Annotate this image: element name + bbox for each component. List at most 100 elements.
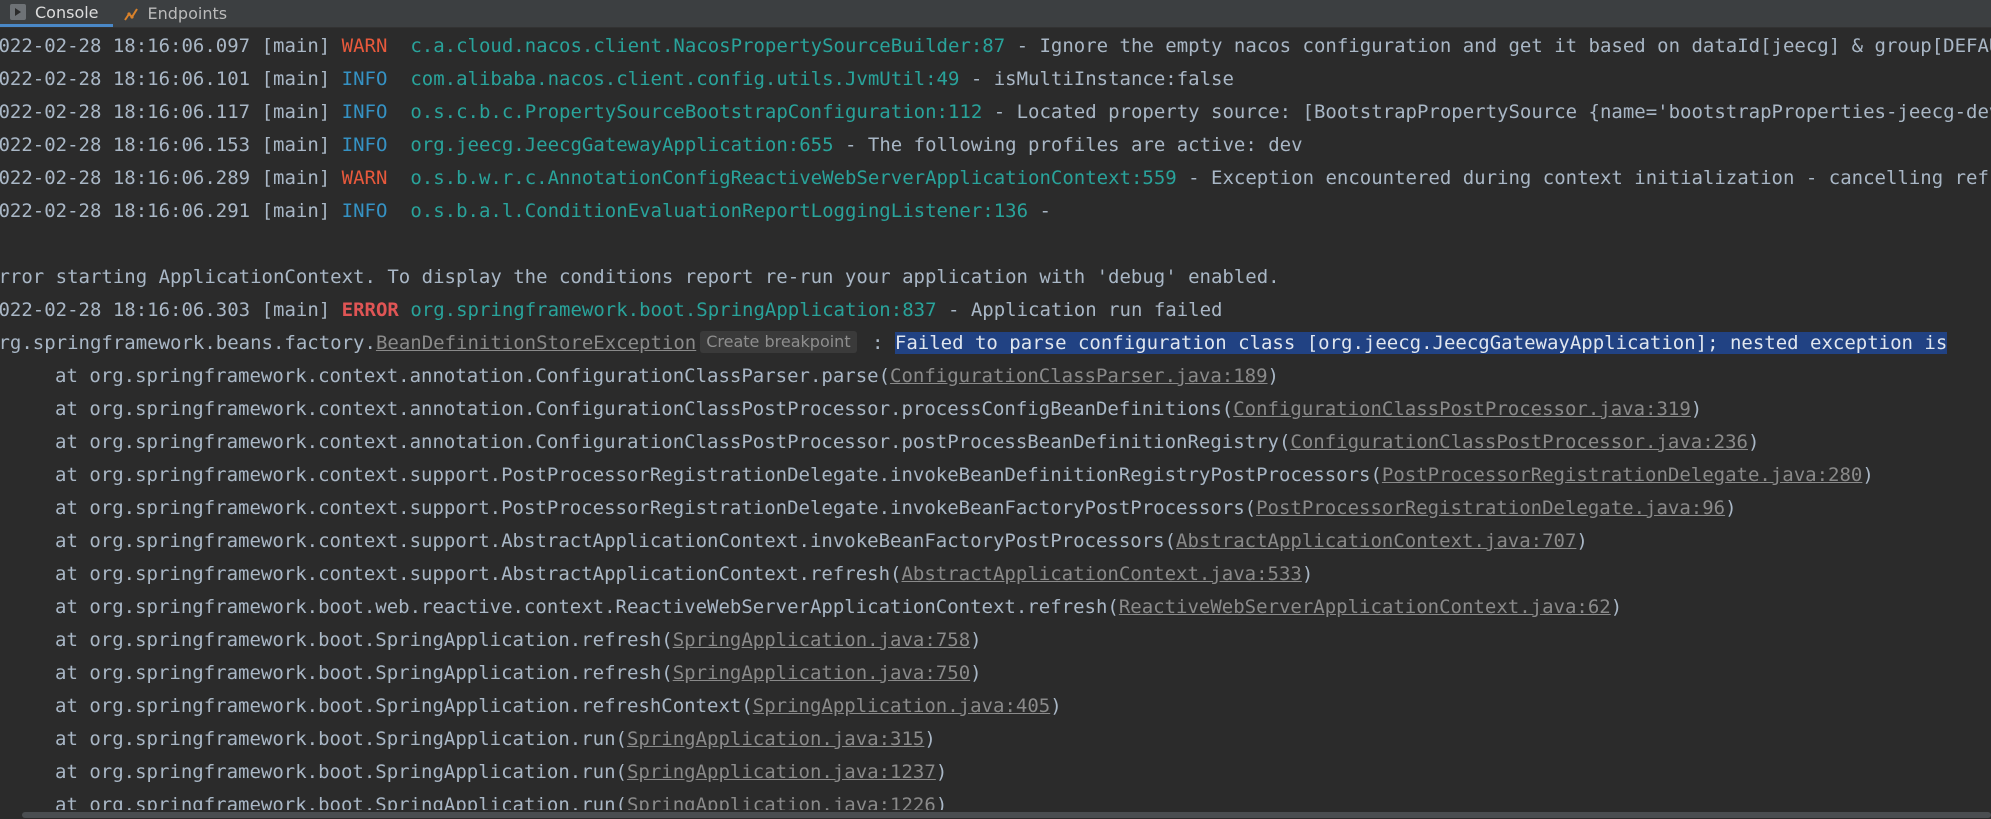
stack-paren: )	[970, 629, 982, 651]
log-logger: c.a.cloud.nacos.client.NacosPropertySour…	[410, 35, 1006, 57]
log-timestamp: 2022-02-28 18:16:06.303	[0, 299, 251, 321]
stack-paren: )	[1301, 563, 1314, 585]
stack-method: at org.springframework.boot.SpringApplic…	[55, 695, 753, 717]
stack-frame: at org.springframework.boot.SpringApplic…	[55, 723, 936, 756]
log-timestamp: 2022-02-28 18:16:06.097	[0, 35, 251, 57]
console-icon	[10, 4, 26, 20]
stack-source-link[interactable]: ReactiveWebServerApplicationContext.java…	[1119, 596, 1611, 618]
stack-source-link[interactable]: SpringApplication.java:1237	[627, 761, 936, 783]
log-timestamp: 2022-02-28 18:16:06.101	[0, 68, 251, 90]
stack-source-link[interactable]: SpringApplication.java:750	[673, 662, 970, 684]
log-logger: o.s.c.b.c.PropertySourceBootstrapConfigu…	[410, 101, 983, 123]
tab-endpoints[interactable]: Endpoints	[113, 0, 242, 27]
log-logger: o.s.b.a.l.ConditionEvaluationReportLoggi…	[410, 200, 1029, 222]
log-thread: [main]	[261, 299, 331, 321]
stack-source-link[interactable]: SpringApplication.java:405	[753, 695, 1050, 717]
scrollbar-thumb[interactable]	[22, 812, 1991, 818]
stack-frame: at org.springframework.context.annotatio…	[55, 360, 1279, 393]
log-line: 2022-02-28 18:16:06.097 [main] WARN c.a.…	[0, 30, 1991, 63]
stack-method: at org.springframework.boot.SpringApplic…	[55, 629, 673, 651]
stack-frame: at org.springframework.boot.SpringApplic…	[55, 756, 947, 789]
log-logger: org.jeecg.JeecgGatewayApplication:655	[410, 134, 834, 156]
stack-frame: at org.springframework.boot.SpringApplic…	[55, 789, 947, 810]
stack-frame: at org.springframework.boot.SpringApplic…	[55, 690, 1062, 723]
tab-console-label: Console	[35, 2, 99, 22]
log-timestamp: 2022-02-28 18:16:06.153	[0, 134, 251, 156]
exception-separator: :	[860, 332, 895, 354]
stack-frame: at org.springframework.context.support.A…	[55, 558, 1313, 591]
log-level: ERROR	[341, 299, 399, 321]
stack-source-link[interactable]: PostProcessorRegistrationDelegate.java:9…	[1256, 497, 1725, 519]
stack-source-link[interactable]: ConfigurationClassPostProcessor.java:319	[1233, 398, 1691, 420]
log-level: WARN	[341, 35, 399, 57]
log-thread: [main]	[261, 200, 331, 222]
console-output[interactable]: 2022-02-28 18:16:06.097 [main] WARN c.a.…	[0, 28, 1991, 810]
stack-paren: )	[935, 761, 948, 783]
stack-method: at org.springframework.context.annotatio…	[55, 365, 891, 387]
horizontal-scrollbar[interactable]	[0, 810, 1991, 819]
stack-paren: )	[924, 728, 936, 750]
log-timestamp: 2022-02-28 18:16:06.289	[0, 167, 251, 189]
log-line: 2022-02-28 18:16:06.289 [main] WARN o.s.…	[0, 162, 1991, 195]
create-breakpoint-hint[interactable]: Create breakpoint	[700, 330, 857, 353]
exception-class-link[interactable]: BeanDefinitionStoreException	[376, 332, 696, 354]
log-message: - Located property source: [BootstrapPro…	[993, 101, 1991, 123]
stack-source-link[interactable]: SpringApplication.java:1226	[627, 794, 936, 810]
stack-method: at org.springframework.boot.SpringApplic…	[55, 761, 627, 783]
stack-paren: )	[1862, 464, 1874, 486]
log-message: - Exception encountered during context i…	[1188, 167, 1991, 189]
stack-method: at org.springframework.context.support.P…	[55, 464, 1382, 486]
log-line-error: 2022-02-28 18:16:06.303 [main] ERROR org…	[0, 294, 1223, 327]
stack-source-link[interactable]: SpringApplication.java:758	[673, 629, 970, 651]
stack-paren: )	[1610, 596, 1623, 618]
log-level: INFO	[341, 134, 399, 156]
stack-paren: )	[1576, 530, 1588, 552]
tool-window-tabbar: Console Endpoints	[0, 0, 1991, 28]
selected-exception-message[interactable]: Failed to parse configuration class [org…	[894, 332, 1948, 354]
conditions-report-message: Error starting ApplicationContext. To di…	[0, 266, 1280, 288]
stack-frame: at org.springframework.context.support.P…	[55, 492, 1737, 525]
log-line: 2022-02-28 18:16:06.291 [main] INFO o.s.…	[0, 195, 1062, 228]
stack-paren: )	[970, 662, 982, 684]
stack-frame: at org.springframework.context.support.A…	[55, 525, 1588, 558]
exception-line: org.springframework.beans.factory.BeanDe…	[0, 327, 1948, 360]
stack-paren: )	[1690, 398, 1703, 420]
stack-paren: )	[1747, 431, 1760, 453]
stack-method: at org.springframework.context.support.A…	[55, 563, 902, 585]
stack-source-link[interactable]: SpringApplication.java:315	[627, 728, 924, 750]
log-thread: [main]	[261, 35, 331, 57]
stack-frame: at org.springframework.context.annotatio…	[55, 426, 1759, 459]
stack-frame: at org.springframework.context.support.P…	[55, 459, 1874, 492]
stack-method: at org.springframework.context.support.A…	[55, 530, 1177, 552]
log-level: WARN	[341, 167, 399, 189]
stack-source-link[interactable]: ConfigurationClassPostProcessor.java:236	[1290, 431, 1748, 453]
log-timestamp: 2022-02-28 18:16:06.291	[0, 200, 251, 222]
log-message: - Ignore the empty nacos configuration a…	[1016, 35, 1991, 57]
tab-console[interactable]: Console	[0, 0, 113, 27]
stack-source-link[interactable]: AbstractApplicationContext.java:533	[901, 563, 1301, 585]
stack-source-link[interactable]: ConfigurationClassParser.java:189	[890, 365, 1268, 387]
log-message: -	[1028, 200, 1063, 222]
stack-method: at org.springframework.boot.web.reactive…	[55, 596, 1119, 618]
log-line: 2022-02-28 18:16:06.153 [main] INFO org.…	[0, 129, 1303, 162]
stack-frame: at org.springframework.context.annotatio…	[55, 393, 1702, 426]
log-line: 2022-02-28 18:16:06.101 [main] INFO com.…	[0, 63, 1234, 96]
stack-method: at org.springframework.context.annotatio…	[55, 431, 1291, 453]
log-level: INFO	[341, 101, 399, 123]
log-logger: com.alibaba.nacos.client.config.utils.Jv…	[410, 68, 960, 90]
log-thread: [main]	[261, 101, 331, 123]
log-timestamp: 2022-02-28 18:16:06.117	[0, 101, 251, 123]
stack-method: at org.springframework.boot.SpringApplic…	[55, 728, 627, 750]
log-thread: [main]	[261, 167, 331, 189]
log-line: 2022-02-28 18:16:06.117 [main] INFO o.s.…	[0, 96, 1991, 129]
log-message: - isMultiInstance:false	[959, 68, 1234, 90]
exception-package: org.springframework.beans.factory.	[0, 332, 376, 354]
log-message: - Application run failed	[936, 299, 1223, 321]
log-message: - The following profiles are active: dev	[833, 134, 1303, 156]
stack-method: at org.springframework.boot.SpringApplic…	[55, 662, 673, 684]
stack-source-link[interactable]: AbstractApplicationContext.java:707	[1176, 530, 1576, 552]
tab-endpoints-label: Endpoints	[147, 4, 228, 23]
stack-method: at org.springframework.context.annotatio…	[55, 398, 1234, 420]
stack-source-link[interactable]: PostProcessorRegistrationDelegate.java:2…	[1382, 464, 1862, 486]
stack-frame: at org.springframework.boot.SpringApplic…	[55, 657, 982, 690]
